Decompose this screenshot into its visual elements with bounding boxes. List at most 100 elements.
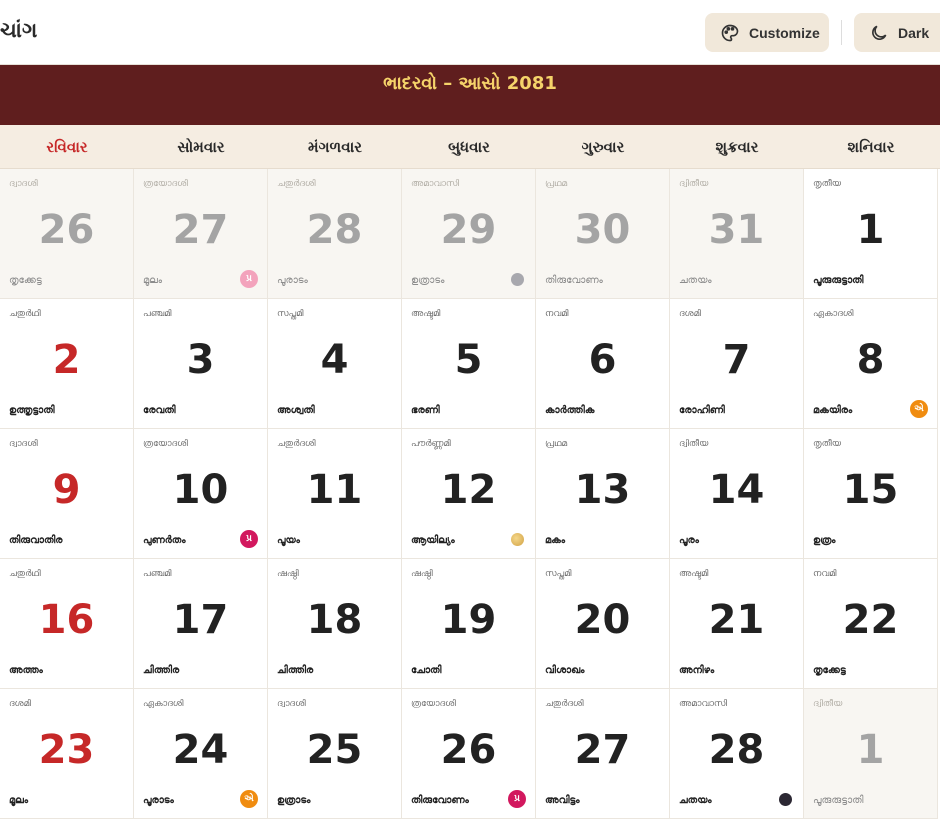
day-cell[interactable]: പ്രഥമ 30 തിരുവോണം <box>536 169 670 299</box>
day-cell[interactable]: സപ്തമി 4 അശ്വതി <box>268 299 402 429</box>
tithi-label: ഏകാദശി <box>813 309 854 319</box>
tithi-label: ത്രയോദശി <box>143 179 188 189</box>
weekday-label: રવિવાર <box>46 138 88 156</box>
day-cell[interactable]: തൃതീയ 15 ഉത്രം <box>804 429 938 559</box>
nakshatra-label: പൂരാടം <box>277 275 308 286</box>
nakshatra-label: വിശാഖം <box>545 665 585 676</box>
app-title: ચાંગ <box>0 18 38 42</box>
day-cell[interactable]: ദ്വാദശി 26 തൃക്കേട്ട <box>0 169 134 299</box>
week-row: ചതുർഥി 2 ഉത്തൃട്ടാതി പഞ്ചമി 3 രേവതി സപ്തമി 4 അശ്… <box>0 299 940 429</box>
day-cell[interactable]: സപ്തമി 20 വിശാഖം <box>536 559 670 689</box>
day-cell[interactable]: തൃതീയ 1 പൂരുരുട്ടാതി <box>804 169 938 299</box>
day-cell[interactable]: ഷഷ്ഠി 18 ചിത്തിര <box>268 559 402 689</box>
tithi-label: പൗർണ്ണമി <box>411 439 451 449</box>
month-header: ભાદરવો – આસો 2081 <box>0 65 940 125</box>
tithi-label: പ്രഥമ <box>545 439 568 449</box>
tithi-label: ദ്വിതീയ <box>813 699 843 709</box>
day-number: 16 <box>38 597 95 643</box>
calendar-grid: ദ്വാദശി 26 തൃക്കേട്ട ത്രയോദശി 27 മൂലം પ્ર ചതുർദ… <box>0 169 940 819</box>
day-cell[interactable]: ചതുർഥി 16 അത്തം <box>0 559 134 689</box>
day-number: 23 <box>38 727 95 773</box>
nakshatra-label: അത്തം <box>9 665 43 676</box>
day-cell[interactable]: ദ്വിതീയ 31 ചതയം <box>670 169 804 299</box>
festival-badge[interactable]: એ <box>910 400 928 418</box>
day-cell[interactable]: പഞ്ചമി 17 ചിത്തിര <box>134 559 268 689</box>
day-cell[interactable]: നവമി 22 തൃക്കേട്ട <box>804 559 938 689</box>
tithi-label: അമാവാസി <box>679 699 728 709</box>
dark-mode-button[interactable]: Dark <box>854 13 940 52</box>
nakshatra-label: പൂരം <box>679 535 699 546</box>
tithi-label: സപ്തമി <box>277 309 304 319</box>
day-cell[interactable]: അഷ്ടമി 5 ഭരണി <box>402 299 536 429</box>
day-cell[interactable]: ചതുർദശി 28 പൂരാടം <box>268 169 402 299</box>
day-number: 22 <box>842 597 899 643</box>
festival-badge[interactable]: પ્ર <box>240 270 258 288</box>
nakshatra-label: രേവതി <box>143 405 176 416</box>
day-number: 14 <box>708 467 765 513</box>
festival-badge[interactable]: એ <box>240 790 258 808</box>
weekday-header-row: રવિવાર સોમવાર મંગળવાર બુધવાર ગુરુવાર શુક્રવાર… <box>0 125 940 169</box>
day-cell[interactable]: പൗർണ്ണമി 12 ആയില്യം <box>402 429 536 559</box>
week-row: ചതുർഥി 16 അത്തം പഞ്ചമി 17 ചിത്തിര ഷഷ്ഠി 18 ചിത്ത… <box>0 559 940 689</box>
tithi-label: ചതുർഥി <box>9 569 41 579</box>
day-cell[interactable]: നവമി 6 കാർത്തിക <box>536 299 670 429</box>
tithi-label: ചതുർദശി <box>545 699 584 709</box>
nakshatra-label: മകയിരം <box>813 405 853 416</box>
tithi-label: പഞ്ചമി <box>143 309 172 319</box>
tithi-label: ദ്വാദശി <box>9 439 38 449</box>
nakshatra-label: തൃക്കേട്ട <box>813 665 846 676</box>
day-cell[interactable]: ത്രയോദശി 27 മൂലം પ્ર <box>134 169 268 299</box>
nakshatra-label: ചതയം <box>679 795 712 806</box>
day-cell[interactable]: ഷഷ്ഠി 19 ചോതി <box>402 559 536 689</box>
tithi-label: ദശമി <box>9 699 31 709</box>
festival-badge[interactable]: પ્ર <box>240 530 258 548</box>
day-number: 31 <box>708 207 765 253</box>
nakshatra-label: കാർത്തിക <box>545 405 595 416</box>
day-cell[interactable]: ചതുർദശി 11 പൂയം <box>268 429 402 559</box>
day-cell[interactable]: ദ്വിതീയ 14 പൂരം <box>670 429 804 559</box>
day-cell[interactable]: ദശമി 23 മൂലം <box>0 689 134 819</box>
tithi-label: പ്രഥമ <box>545 179 568 189</box>
tithi-label: ചതുർദശി <box>277 439 316 449</box>
day-number: 2 <box>52 337 81 383</box>
nakshatra-label: പൂരാടം <box>143 795 174 806</box>
day-number: 30 <box>574 207 631 253</box>
new-moon-icon <box>779 793 792 806</box>
new-moon-icon <box>511 273 524 286</box>
nakshatra-label: ചോതി <box>411 665 442 676</box>
day-cell[interactable]: ത്രയോദശി 10 പുണർതം પ્ર <box>134 429 268 559</box>
tithi-label: അഷ്ടമി <box>679 569 709 579</box>
nakshatra-label: തിരുവോണം <box>545 275 603 286</box>
day-cell[interactable]: അമാവാസി 29 ഉത്രാടം <box>402 169 536 299</box>
festival-badge[interactable]: પ્ર <box>508 790 526 808</box>
day-number: 12 <box>440 467 497 513</box>
day-cell[interactable]: പഞ്ചമി 3 രേവതി <box>134 299 268 429</box>
tithi-label: തൃതീയ <box>813 179 841 189</box>
customize-button[interactable]: Customize <box>705 13 829 52</box>
day-number: 11 <box>306 467 363 513</box>
day-cell[interactable]: അമാവാസി 28 ചതയം <box>670 689 804 819</box>
day-cell[interactable]: ചതുർഥി 2 ഉത്തൃട്ടാതി <box>0 299 134 429</box>
tithi-label: ചതുർഥി <box>9 309 41 319</box>
day-cell[interactable]: ദശമി 7 രോഹിണി <box>670 299 804 429</box>
nakshatra-label: പൂരുരുട്ടാതി <box>813 795 864 806</box>
weekday-label: શનિવાર <box>847 138 895 156</box>
day-number: 6 <box>588 337 617 383</box>
nakshatra-label: ഉത്രാടം <box>277 795 311 806</box>
day-cell[interactable]: അഷ്ടമി 21 അനിഴം <box>670 559 804 689</box>
day-cell[interactable]: ദ്വാദശി 9 തിരുവാതിര <box>0 429 134 559</box>
tithi-label: ത്രയോദശി <box>411 699 456 709</box>
week-row: ദ്വാദശി 26 തൃക്കേട്ട ത്രയോദശി 27 മൂലം પ્ર ചതുർദ… <box>0 169 940 299</box>
day-cell[interactable]: ത്രയോദശി 26 തിരുവോണം પ્ર <box>402 689 536 819</box>
day-cell[interactable]: ചതുർദശി 27 അവിട്ടം <box>536 689 670 819</box>
day-number: 28 <box>306 207 363 253</box>
tithi-label: സപ്തമി <box>545 569 572 579</box>
day-cell[interactable]: ഏകാദശി 24 പൂരാടം એ <box>134 689 268 819</box>
day-cell[interactable]: പ്രഥമ 13 മകം <box>536 429 670 559</box>
day-cell[interactable]: ദ്വാദശി 25 ഉത്രാടം <box>268 689 402 819</box>
tithi-label: നവമി <box>545 309 569 319</box>
palette-icon <box>719 22 741 44</box>
day-cell[interactable]: ദ്വിതീയ 1 പൂരുരുട്ടാതി <box>804 689 938 819</box>
day-number: 17 <box>172 597 229 643</box>
day-cell[interactable]: ഏകാദശി 8 മകയിരം એ <box>804 299 938 429</box>
